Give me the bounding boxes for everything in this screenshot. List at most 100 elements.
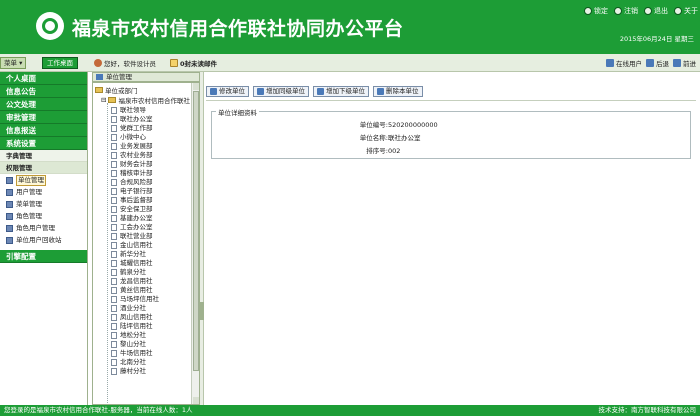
sidebar-item-users[interactable]: 用户管理 [0, 186, 87, 198]
scroll-up-icon[interactable] [193, 83, 199, 90]
document-icon [111, 116, 117, 123]
add-child-icon [317, 88, 324, 95]
status-left: 您登录的是福泉市农村信用合作联社-服务器，当前在线人数：1人 [4, 406, 193, 414]
tree-node[interactable]: 合规风险部 [111, 178, 159, 187]
tree-node[interactable]: 酒业分社 [111, 304, 159, 313]
user-greeting: 您好，软件设计员 [94, 58, 156, 68]
document-icon [111, 134, 117, 141]
sidebar-item-recycle[interactable]: 单位用户回收站 [0, 234, 87, 246]
tree-node[interactable]: 地松分社 [111, 331, 159, 340]
toolbar: 菜单 ▾ 工作桌面 您好，软件设计员 0封未读邮件 在线用户 后退 前进 [0, 54, 700, 72]
edit-icon [210, 88, 217, 95]
tree-node[interactable]: 联社营业部 [111, 232, 159, 241]
tree-node[interactable]: 农村业务部 [111, 151, 159, 160]
unit-tree: 单位或部门 ⊟ 福泉市农村信用合作联社 联社领导 联社办公室 党群工作部 小微中心 业务发… [92, 82, 200, 405]
lock-link[interactable]: 锁定 [584, 6, 608, 16]
sidebar-section-settings[interactable]: 系统设置 [0, 137, 87, 150]
document-icon [111, 287, 117, 294]
tree-node[interactable]: 安全保卫部 [111, 205, 159, 214]
splitter-grip-icon[interactable] [200, 302, 204, 320]
tree-node[interactable]: 工会办公室 [111, 223, 159, 232]
tree-node[interactable]: 电子银行部 [111, 187, 159, 196]
document-icon [111, 107, 117, 114]
scroll-down-icon[interactable] [193, 397, 199, 404]
desk-button[interactable]: 工作桌面 [42, 57, 78, 69]
edit-unit-button[interactable]: 修改单位 [206, 86, 249, 97]
document-icon [111, 341, 117, 348]
tree-node[interactable]: 城耀信用社 [111, 259, 159, 268]
tree-node[interactable]: 鹤泉分社 [111, 268, 159, 277]
document-icon [111, 215, 117, 222]
unit-icon [6, 176, 13, 184]
detail-row-code: 单位编号:520200000000 [359, 121, 438, 129]
sidebar-item-units[interactable]: 单位管理 [0, 174, 87, 186]
sidebar-section-documents[interactable]: 公文处理 [0, 98, 87, 111]
detail-legend: 单位详细资料 [216, 107, 259, 117]
tree-node[interactable]: 小微中心 [111, 133, 159, 142]
tree-node[interactable]: 基建办公室 [111, 214, 159, 223]
tree-scrollbar[interactable] [191, 83, 199, 404]
online-users-link[interactable]: 在线用户 [606, 58, 642, 68]
tree-org[interactable]: ⊟ 福泉市农村信用合作联社 [101, 95, 190, 105]
forward-icon [673, 59, 681, 67]
document-icon [111, 350, 117, 357]
document-icon [111, 242, 117, 249]
tree-node[interactable]: 联社办公室 [111, 115, 159, 124]
about-icon [674, 7, 682, 15]
sidebar-section-notices[interactable]: 信息公告 [0, 85, 87, 98]
action-bar: 修改单位 增加同级单位 增加下级单位 删除本单位 [206, 86, 423, 97]
sidebar-section-personal[interactable]: 个人桌面 [0, 72, 87, 85]
back-icon [646, 59, 654, 67]
forward-link[interactable]: 前进 [673, 58, 696, 68]
back-link[interactable]: 后退 [646, 58, 669, 68]
sidebar-item-roles[interactable]: 角色管理 [0, 210, 87, 222]
document-icon [111, 233, 117, 240]
tree-root[interactable]: 单位或部门 [95, 85, 138, 95]
about-link[interactable]: 关于 [674, 6, 698, 16]
user-mgmt-icon [6, 188, 13, 196]
document-icon [111, 161, 117, 168]
tree-node[interactable]: 牛场信用社 [111, 349, 159, 358]
tree-node[interactable]: 凤山信用社 [111, 313, 159, 322]
tree-node[interactable]: 黎山分社 [111, 340, 159, 349]
user-icon [94, 59, 102, 67]
sidebar-sub-permissions[interactable]: 权限管理 [0, 162, 87, 174]
tree-node[interactable]: 党群工作部 [111, 124, 159, 133]
tree-node[interactable]: 藤村分社 [111, 367, 159, 376]
tree-node[interactable]: 金山信用社 [111, 241, 159, 250]
tree-node[interactable]: 财务会计部 [111, 160, 159, 169]
unread-mail-link[interactable]: 0封未读邮件 [170, 58, 217, 68]
tree-node[interactable]: 陆坪信用社 [111, 322, 159, 331]
exit-link[interactable]: 退出 [644, 6, 668, 16]
document-icon [111, 260, 117, 267]
app-title: 福泉市农村信用合作联社协同办公平台 [72, 18, 404, 40]
sidebar-item-role-users[interactable]: 角色用户管理 [0, 222, 87, 234]
tree-node[interactable]: 龙昌信用社 [111, 277, 159, 286]
mail-icon [170, 59, 178, 67]
menu-button[interactable]: 菜单 ▾ [0, 57, 27, 69]
document-icon [111, 296, 117, 303]
tree-panel-header: 单位管理 [92, 72, 200, 82]
sidebar-section-approval[interactable]: 审批管理 [0, 111, 87, 124]
tree-node[interactable]: 黄丝信用社 [111, 286, 159, 295]
tree-node[interactable]: 马场坪信用社 [111, 295, 159, 304]
add-child-button[interactable]: 增加下级单位 [313, 86, 369, 97]
sidebar-item-menus[interactable]: 菜单管理 [0, 198, 87, 210]
sidebar-section-engine[interactable]: 引擎配置 [0, 250, 87, 263]
tree-node[interactable]: 稽核审计部 [111, 169, 159, 178]
panel-splitter[interactable] [200, 72, 204, 405]
tree-node[interactable]: 北南分社 [111, 358, 159, 367]
sidebar-section-reports[interactable]: 信息报送 [0, 124, 87, 137]
tree-node[interactable]: 业务发展部 [111, 142, 159, 151]
tree-scroll-thumb[interactable] [193, 91, 199, 371]
document-icon [111, 125, 117, 132]
logout-link[interactable]: 注销 [614, 6, 638, 16]
add-sibling-button[interactable]: 增加同级单位 [253, 86, 309, 97]
sidebar-sub-dictionary[interactable]: 字典管理 [0, 150, 87, 162]
delete-unit-button[interactable]: 删除本单位 [373, 86, 423, 97]
header-links: 锁定 注销 退出 关于 [584, 6, 698, 16]
tree-node[interactable]: 新华分社 [111, 250, 159, 259]
tree-node[interactable]: 联社领导 [111, 106, 159, 115]
tree-node[interactable]: 事后监督部 [111, 196, 159, 205]
document-icon [111, 170, 117, 177]
